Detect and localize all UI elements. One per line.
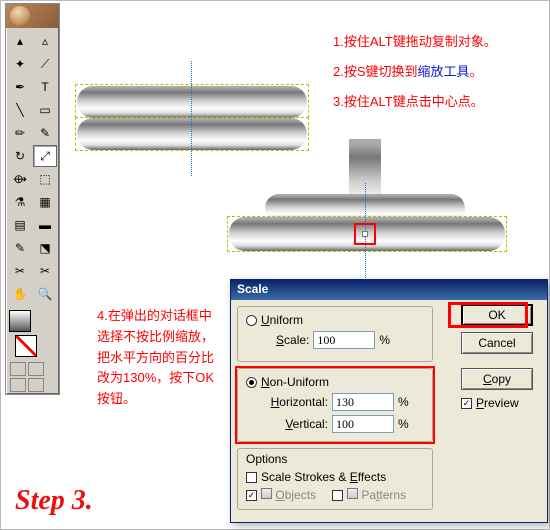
instruction-4: 4.在弹出的对话框中选择不按比例缩放，把水平方向的百分比改为130%，按下OK按…: [97, 306, 222, 410]
objects-label: Objects: [261, 488, 316, 502]
uniform-radio[interactable]: [246, 315, 257, 326]
instruction-1: 1.按住ALT键拖动复制对象。: [333, 33, 497, 51]
options-label: Options: [246, 452, 424, 466]
tool-line[interactable]: ╲: [8, 99, 32, 121]
objects-checkbox: [246, 490, 257, 501]
mini-swatches: [6, 360, 59, 394]
instruction-2: 2.按S键切换到缩放工具。: [333, 63, 483, 81]
nonuniform-radio[interactable]: [246, 377, 257, 388]
pipe-shape-top-2: [77, 118, 307, 150]
vertical-input[interactable]: [332, 415, 394, 433]
anchor-point[interactable]: [362, 231, 368, 237]
patterns-label: Patterns: [347, 488, 406, 502]
tool-hand[interactable]: ✋: [8, 283, 32, 305]
color-swatches: [6, 307, 59, 360]
tool-mesh[interactable]: ▤: [8, 214, 32, 236]
ok-button[interactable]: OK: [461, 304, 533, 326]
nonuniform-label: Non-Uniform: [261, 375, 329, 389]
tool-rotate[interactable]: ↻: [8, 145, 32, 167]
tool-symbol-sprayer[interactable]: ⚗: [8, 191, 32, 213]
instruction-4b: 不按比例缩放: [123, 329, 201, 344]
dialog-body: Uniform Scale: % Non-Uniform Horizontal:…: [231, 300, 547, 522]
cancel-button[interactable]: Cancel: [461, 332, 533, 354]
tool-pen[interactable]: ✒: [8, 76, 32, 98]
tool-pencil[interactable]: ✎: [33, 122, 57, 144]
scale-field-label: Scale:: [276, 333, 309, 347]
pipe-shape-top-1: [77, 86, 307, 118]
gradient-mode[interactable]: [28, 362, 44, 376]
vert-percent: %: [398, 417, 409, 431]
horiz-percent: %: [398, 395, 409, 409]
dialog-titlebar[interactable]: Scale: [231, 280, 547, 300]
scale-strokes-checkbox[interactable]: [246, 472, 257, 483]
tool-scale[interactable]: ⤢: [33, 145, 57, 167]
tool-free-transform[interactable]: ⬚: [33, 168, 57, 190]
tool-gradient[interactable]: ▬: [33, 214, 57, 236]
instruction-2c: 。: [470, 64, 483, 79]
tool-slice[interactable]: ✂: [8, 260, 32, 282]
copy-button[interactable]: Copy: [461, 368, 533, 390]
scale-dialog: Scale Uniform Scale: % Non-Uniform Horiz…: [230, 279, 548, 523]
horizontal-label: Horizontal:: [256, 395, 328, 409]
tool-rectangle[interactable]: ▭: [33, 99, 57, 121]
preview-label: Preview: [476, 396, 519, 410]
uniform-label: Uniform: [261, 313, 303, 327]
tool-zoom[interactable]: 🔍: [33, 283, 57, 305]
tool-eyedropper[interactable]: ✎: [8, 237, 32, 259]
color-mode[interactable]: [10, 362, 26, 376]
tool-direct-select[interactable]: ▵: [33, 30, 57, 52]
scale-strokes-label: Scale Strokes & Effects: [261, 470, 386, 484]
instruction-2b: 缩放工具: [418, 64, 470, 79]
tool-lasso[interactable]: ⟋: [33, 53, 57, 75]
tool-selection[interactable]: ▴: [8, 30, 32, 52]
tool-type[interactable]: T: [33, 76, 57, 98]
button-column: OK Cancel Copy Preview: [461, 304, 541, 414]
options-fieldset: Options Scale Strokes & Effects Objects …: [237, 448, 433, 510]
vertical-label: Vertical:: [256, 417, 328, 431]
stroke-swatch[interactable]: [15, 335, 37, 357]
instruction-2a: 2.按S键切换到: [333, 64, 418, 79]
horizontal-input[interactable]: [332, 393, 394, 411]
scale-input[interactable]: [313, 331, 375, 349]
none-mode[interactable]: [10, 378, 26, 392]
uniform-fieldset: Uniform Scale: %: [237, 306, 433, 362]
tool-warp[interactable]: ⟴: [8, 168, 32, 190]
tool-graph[interactable]: ▦: [33, 191, 57, 213]
nonuniform-fieldset: Non-Uniform Horizontal: % Vertical: %: [237, 368, 433, 442]
tool-magic-wand[interactable]: ✦: [8, 53, 32, 75]
instruction-3: 3.按住ALT键点击中心点。: [333, 93, 484, 111]
step-label: Step 3.: [15, 485, 93, 517]
toolbox-panel: ▴ ▵ ✦ ⟋ ✒ T ╲ ▭ ✏ ✎ ↻ ⤢ ⟴ ⬚ ⚗ ▦ ▤ ▬ ✎ ⬔ …: [5, 3, 60, 395]
fill-swatch[interactable]: [9, 310, 31, 332]
tool-scissors[interactable]: ✂: [33, 260, 57, 282]
screen-mode[interactable]: [28, 378, 44, 392]
patterns-checkbox: [332, 490, 343, 501]
tool-grid: ▴ ▵ ✦ ⟋ ✒ T ╲ ▭ ✏ ✎ ↻ ⤢ ⟴ ⬚ ⚗ ▦ ▤ ▬ ✎ ⬔ …: [6, 28, 59, 307]
tool-paintbrush[interactable]: ✏: [8, 122, 32, 144]
app-logo: [6, 4, 59, 28]
tool-blend[interactable]: ⬔: [33, 237, 57, 259]
scale-percent: %: [379, 333, 390, 347]
preview-checkbox[interactable]: [461, 398, 472, 409]
